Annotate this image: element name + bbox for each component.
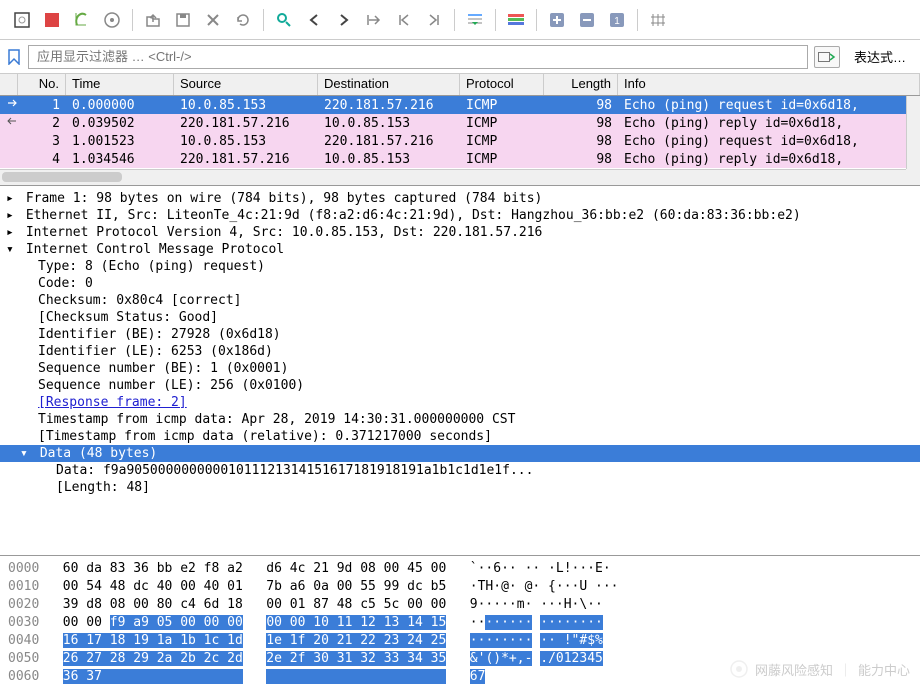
filter-toolbar: 表达式… [0,40,920,74]
packet-details-pane: ▸ Frame 1: 98 bytes on wire (784 bits), … [0,186,920,556]
collapse-icon[interactable]: ▾ [20,446,32,461]
tree-item-ip[interactable]: ▸ Internet Protocol Version 4, Src: 10.0… [0,224,920,241]
hex-row[interactable]: 0040 16 17 18 19 1a 1b 1c 1d 1e 1f 20 21… [8,632,912,650]
packet-row[interactable]: 41.034546220.181.57.21610.0.85.153ICMP98… [0,150,920,168]
display-filter-input[interactable] [28,45,808,69]
packet-list-pane: No. Time Source Destination Protocol Len… [0,74,920,186]
svg-text:1: 1 [614,16,620,27]
tree-item[interactable]: [Timestamp from icmp data (relative): 0.… [0,428,920,445]
hex-row[interactable]: 0000 60 da 83 36 bb e2 f8 a2 d6 4c 21 9d… [8,560,912,578]
vscrollbar[interactable] [906,96,920,169]
stop-capture-icon[interactable] [38,6,66,34]
tree-item[interactable]: Type: 8 (Echo (ping) request) [0,258,920,275]
go-last-icon[interactable] [420,6,448,34]
packet-row[interactable]: 20.039502220.181.57.21610.0.85.153ICMP98… [0,114,920,132]
tree-item[interactable]: Timestamp from icmp data: Apr 28, 2019 1… [0,411,920,428]
tree-item-frame[interactable]: ▸ Frame 1: 98 bytes on wire (784 bits), … [0,190,920,207]
go-first-icon[interactable] [390,6,418,34]
col-header-protocol[interactable]: Protocol [460,74,544,95]
save-file-icon[interactable] [169,6,197,34]
tree-item[interactable]: Sequence number (BE): 1 (0x0001) [0,360,920,377]
reload-icon[interactable] [229,6,257,34]
hscrollbar[interactable] [0,169,906,185]
capture-options-button-icon[interactable] [98,6,126,34]
tree-item-response-link[interactable]: [Response frame: 2] [0,394,920,411]
col-header-info[interactable]: Info [618,74,920,95]
zoom-out-icon[interactable] [573,6,601,34]
expand-icon[interactable]: ▸ [6,225,18,240]
watermark: 网藤风险感知｜能力中心 [729,659,910,679]
restart-capture-icon[interactable] [68,6,96,34]
open-file-icon[interactable] [139,6,167,34]
watermark-icon [729,659,749,679]
tree-item-data[interactable]: ▾ Data (48 bytes) [0,445,920,462]
tree-item[interactable]: Checksum: 0x80c4 [correct] [0,292,920,309]
col-header-source[interactable]: Source [174,74,318,95]
packet-list-header: No. Time Source Destination Protocol Len… [0,74,920,96]
resize-columns-icon[interactable] [644,6,672,34]
tree-item[interactable]: [Checksum Status: Good] [0,309,920,326]
bookmark-icon[interactable] [6,49,22,65]
tree-item-ethernet[interactable]: ▸ Ethernet II, Src: LiteonTe_4c:21:9d (f… [0,207,920,224]
colorize-icon[interactable] [502,6,530,34]
tree-item[interactable]: Identifier (LE): 6253 (0x186d) [0,343,920,360]
expand-icon[interactable]: ▸ [6,191,18,206]
col-header-no[interactable]: No. [18,74,66,95]
find-packet-icon[interactable] [270,6,298,34]
zoom-in-icon[interactable] [543,6,571,34]
tree-item[interactable]: Code: 0 [0,275,920,292]
capture-options-icon[interactable] [8,6,36,34]
tree-item[interactable]: Data: f9a9050000000000101112131415161718… [0,462,920,479]
hex-row[interactable]: 0020 39 d8 08 00 80 c4 6d 18 00 01 87 48… [8,596,912,614]
tree-item[interactable]: Sequence number (LE): 256 (0x0100) [0,377,920,394]
hex-row[interactable]: 0010 00 54 48 dc 40 00 40 01 7b a6 0a 00… [8,578,912,596]
tree-item-icmp[interactable]: ▾ Internet Control Message Protocol [0,241,920,258]
autoscroll-icon[interactable] [461,6,489,34]
packet-row[interactable]: 31.00152310.0.85.153220.181.57.216ICMP98… [0,132,920,150]
col-header-length[interactable]: Length [544,74,618,95]
hex-row[interactable]: 0030 00 00 f9 a9 05 00 00 00 00 00 10 11… [8,614,912,632]
main-toolbar: 1 [0,0,920,40]
expression-button[interactable]: 表达式… [846,45,914,68]
collapse-icon[interactable]: ▾ [6,242,18,257]
expand-icon[interactable]: ▸ [6,208,18,223]
packet-row[interactable]: 10.00000010.0.85.153220.181.57.216ICMP98… [0,96,920,114]
col-header-time[interactable]: Time [66,74,174,95]
tree-item[interactable]: Identifier (BE): 27928 (0x6d18) [0,326,920,343]
filter-apply-button[interactable] [814,46,840,68]
tree-item[interactable]: [Length: 48] [0,479,920,496]
zoom-reset-icon[interactable]: 1 [603,6,631,34]
go-back-icon[interactable] [300,6,328,34]
jump-to-icon[interactable] [360,6,388,34]
close-file-icon[interactable] [199,6,227,34]
col-header-destination[interactable]: Destination [318,74,460,95]
go-forward-icon[interactable] [330,6,358,34]
